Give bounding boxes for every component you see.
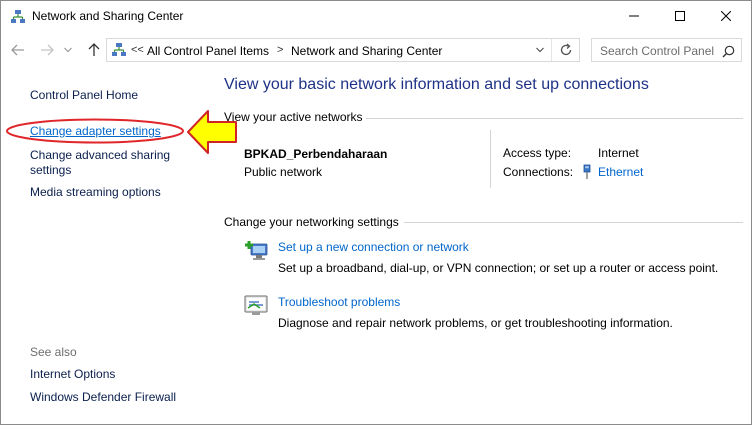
change-advanced-sharing-settings-link[interactable]: Change advanced sharing settings (30, 148, 190, 178)
new-connection-icon (245, 241, 268, 260)
back-button[interactable] (8, 40, 28, 60)
see-also-label: See also (30, 345, 77, 359)
network-center-icon (11, 10, 25, 23)
chevron-down-icon (536, 47, 544, 53)
arrow-up-icon (88, 43, 100, 56)
change-settings-label: Change your networking settings (224, 215, 399, 229)
window-frame (0, 0, 752, 425)
windows-defender-firewall-link[interactable]: Windows Defender Firewall (30, 390, 176, 404)
arrow-right-icon (41, 44, 54, 56)
close-button[interactable] (703, 1, 749, 31)
minimize-button[interactable] (611, 1, 657, 31)
media-streaming-options-link[interactable]: Media streaming options (30, 185, 161, 199)
search-box[interactable]: Search Control Panel (591, 38, 742, 62)
window-title: Network and Sharing Center (32, 9, 184, 23)
up-button[interactable] (84, 40, 104, 60)
close-icon (721, 11, 731, 21)
section-divider (404, 222, 743, 223)
address-dropdown-button[interactable] (529, 39, 551, 61)
troubleshoot-icon (244, 295, 268, 315)
network-type: Public network (244, 165, 323, 179)
section-divider (366, 118, 743, 119)
troubleshoot-problems-link[interactable]: Troubleshoot problems (278, 295, 400, 309)
forward-button[interactable] (37, 40, 57, 60)
access-type-value: Internet (598, 146, 639, 160)
refresh-button[interactable] (553, 39, 579, 61)
refresh-icon (560, 43, 572, 56)
internet-options-link[interactable]: Internet Options (30, 367, 115, 381)
ethernet-icon (583, 164, 591, 179)
breadcrumb-separator[interactable]: > (277, 44, 283, 56)
search-icon[interactable] (719, 42, 737, 60)
troubleshoot-problems-description: Diagnose and repair network problems, or… (278, 316, 673, 330)
recent-locations-button[interactable] (58, 40, 78, 60)
control-panel-icon (112, 43, 126, 56)
access-type-label: Access type: (503, 146, 572, 160)
connections-label: Connections: (503, 165, 574, 179)
maximize-button[interactable] (657, 1, 703, 31)
breadcrumb-item-all-control-panel-items[interactable]: All Control Panel Items (147, 44, 269, 58)
active-networks-label: View your active networks (224, 110, 363, 124)
highlight-ellipse (6, 118, 184, 144)
setup-new-connection-description: Set up a broadband, dial-up, or VPN conn… (278, 261, 719, 275)
control-panel-home-link[interactable]: Control Panel Home (30, 88, 138, 102)
search-input[interactable]: Search Control Panel (600, 44, 714, 58)
address-divider (551, 39, 552, 61)
network-name: BPKAD_Perbendaharaan (244, 147, 388, 161)
network-info-divider (490, 130, 491, 188)
ethernet-connection-link[interactable]: Ethernet (598, 165, 643, 179)
minimize-icon (629, 15, 639, 17)
breadcrumb-overflow[interactable]: << (131, 44, 144, 56)
maximize-icon (675, 11, 685, 21)
breadcrumb-item-network-and-sharing-center[interactable]: Network and Sharing Center (291, 44, 442, 58)
address-bar[interactable]: << All Control Panel Items > Network and… (106, 38, 580, 62)
arrow-left-icon (11, 44, 24, 56)
page-title: View your basic network information and … (224, 76, 649, 93)
title-bar: Network and Sharing Center (1, 1, 751, 31)
chevron-down-icon (64, 47, 72, 53)
setup-new-connection-link[interactable]: Set up a new connection or network (278, 240, 469, 254)
